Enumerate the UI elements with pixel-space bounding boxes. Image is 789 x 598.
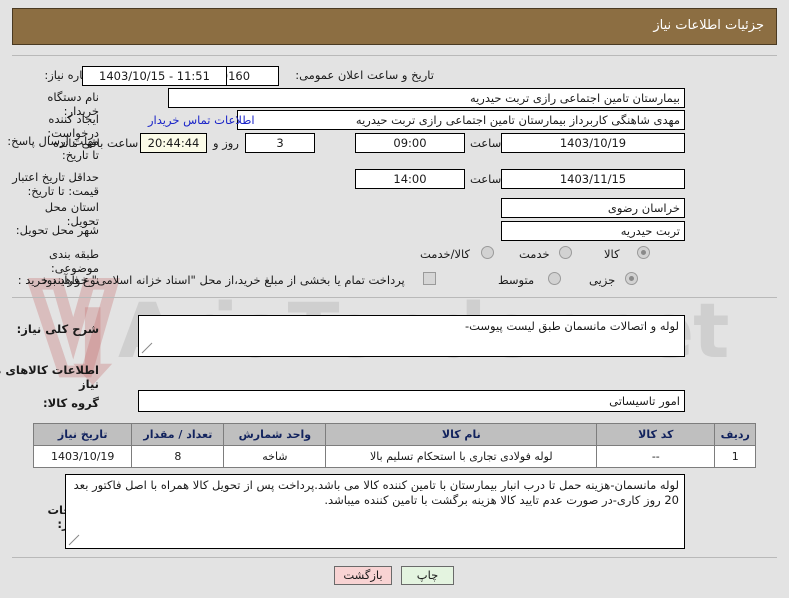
cell-name: لوله فولادی تجاری با استحکام تسلیم بالا [325, 445, 598, 468]
province-value: خراسان رضوی [501, 198, 685, 218]
print-button[interactable]: چاپ [401, 566, 454, 585]
reply-deadline-hour-label: ساعت [470, 136, 502, 150]
category-label: طبقه بندی موضوعی: [49, 247, 99, 275]
price-validity-date: 1403/11/15 [501, 169, 685, 189]
goods-table: ردیف کد کالا نام کالا واحد شمارش تعداد /… [32, 423, 756, 468]
resize-grip-icon [68, 534, 80, 546]
creator-value: مهدی شاهنگی کاربرداز بیمارستان تامین اجت… [237, 110, 685, 130]
radio-category-kala[interactable] [637, 246, 650, 259]
radio-category-kala-khedmat[interactable] [481, 246, 494, 259]
radio-category-khedmat-label: خدمت [519, 247, 550, 261]
goods-section-title: اطلاعات کالاهای مورد نیاز [0, 363, 99, 391]
buyer-org-value: بیمارستان تامین اجتماعی رازی تربت حیدریه [168, 88, 685, 108]
radio-process-jozei[interactable] [625, 272, 638, 285]
page-header-bar: جزئیات اطلاعات نیاز [12, 8, 777, 45]
buyer-contact-link[interactable]: اطلاعات تماس خریدار [148, 113, 255, 127]
resize-grip-icon [141, 342, 153, 354]
radio-category-kala-khedmat-label: کالا/خدمت [420, 247, 471, 261]
price-validity-label: حداقل تاریخ اعتبار قیمت: تا تاریخ: [12, 170, 99, 198]
city-value: تربت حیدریه [501, 221, 685, 241]
announce-datetime-label: تاریخ و ساعت اعلان عمومی: [295, 68, 434, 82]
treasury-bonds-label: پرداخت تمام یا بخشی از مبلغ خرید،از محل … [38, 273, 405, 287]
col-name: نام کالا [325, 423, 598, 446]
need-summary-label: شرح کلی نیاز: [16, 322, 99, 336]
need-summary-textarea[interactable]: لوله و اتصالات مانسمان طبق لیست پیوست- [138, 315, 685, 357]
reply-deadline-date: 1403/10/19 [501, 133, 685, 153]
divider-bottom [12, 557, 777, 558]
price-validity-hour-label: ساعت [470, 172, 502, 186]
announce-datetime-value: 11:51 - 1403/10/15 [82, 66, 227, 86]
table-row: 1 -- لوله فولادی تجاری با استحکام تسلیم … [32, 445, 756, 468]
cell-unit: شاخه [223, 445, 327, 468]
treasury-bonds-checkbox[interactable] [423, 272, 436, 285]
city-label: شهر محل تحویل: [15, 223, 99, 237]
radio-process-jozei-label: جزیی [589, 273, 616, 287]
price-validity-time: 14:00 [355, 169, 465, 189]
cell-quantity: 8 [131, 445, 225, 468]
radio-category-khedmat[interactable] [559, 246, 572, 259]
cell-code: -- [596, 445, 716, 468]
radio-process-motevaset-label: متوسط [498, 273, 535, 287]
buyer-notes-value: لوله مانسمان-هزینه حمل تا درب انبار بیما… [73, 478, 679, 507]
col-quantity: تعداد / مقدار [131, 423, 225, 446]
divider-top [12, 55, 777, 56]
reply-deadline-time: 09:00 [355, 133, 465, 153]
page-title: جزئیات اطلاعات نیاز [653, 18, 764, 33]
buyer-notes-textarea[interactable]: لوله مانسمان-هزینه حمل تا درب انبار بیما… [65, 474, 685, 549]
divider-mid [12, 297, 777, 298]
countdown-days-suffix: روز و [213, 136, 239, 150]
cell-date: 1403/10/19 [32, 445, 133, 468]
col-date: تاریخ نیاز [32, 423, 133, 446]
col-row: ردیف [714, 423, 756, 446]
goods-group-label: گروه کالا: [43, 396, 99, 410]
radio-process-motevaset[interactable] [548, 272, 561, 285]
radio-category-kala-label: کالا [604, 247, 620, 261]
back-button[interactable]: بازگشت [334, 566, 392, 585]
goods-group-value: امور تاسیساتی [138, 390, 685, 412]
cell-row: 1 [714, 445, 756, 468]
table-header-row: ردیف کد کالا نام کالا واحد شمارش تعداد /… [32, 423, 756, 446]
countdown-suffix: ساعت باقی مانده [53, 136, 139, 150]
col-unit: واحد شمارش [223, 423, 327, 446]
need-summary-value: لوله و اتصالات مانسمان طبق لیست پیوست- [464, 319, 679, 333]
tender-details-page: AriaTender.net جزئیات اطلاعات نیاز شماره… [0, 0, 789, 598]
col-code: کد کالا [596, 423, 716, 446]
countdown-clock: 20:44:44 [140, 133, 207, 153]
countdown-days: 3 [245, 133, 315, 153]
